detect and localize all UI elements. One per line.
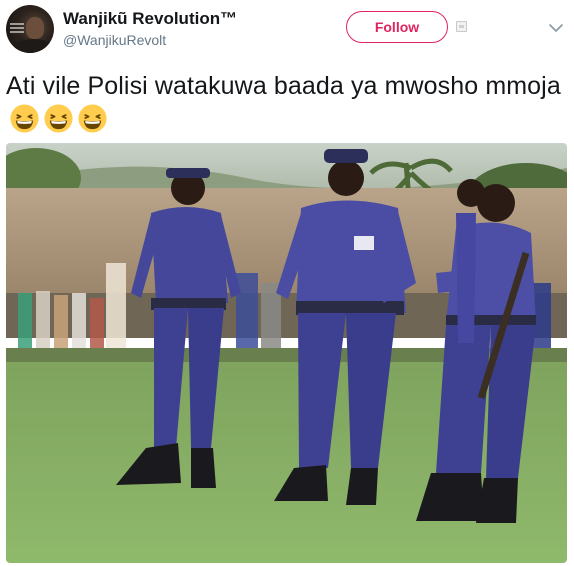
tweet-photo[interactable]	[6, 143, 567, 563]
display-name[interactable]: Wanjikũ Revolution™	[63, 9, 237, 29]
user-avatar[interactable]	[6, 5, 54, 53]
grinning-squinting-face-icon	[10, 104, 39, 133]
grinning-squinting-face-icon	[44, 104, 73, 133]
avatar-face	[26, 17, 44, 39]
tweet-header: Wanjikũ Revolution™ @WanjikuRevolt Follo…	[0, 0, 574, 60]
photo-illustration	[6, 143, 567, 563]
follow-button[interactable]: Follow	[346, 11, 448, 43]
avatar-shoulder	[14, 39, 54, 53]
tweet-text: Ati vile Polisi watakuwa baada ya mwosho…	[6, 70, 566, 137]
chevron-down-icon[interactable]	[546, 18, 566, 38]
user-handle[interactable]: @WanjikuRevolt	[63, 32, 166, 48]
grinning-squinting-face-icon	[78, 104, 107, 133]
placeholder-image-icon	[456, 21, 467, 32]
tweet-text-content: Ati vile Polisi watakuwa baada ya mwosho…	[6, 72, 561, 100]
avatar-text-marks	[10, 23, 24, 25]
tweet-card: Wanjikũ Revolution™ @WanjikuRevolt Follo…	[0, 0, 574, 566]
